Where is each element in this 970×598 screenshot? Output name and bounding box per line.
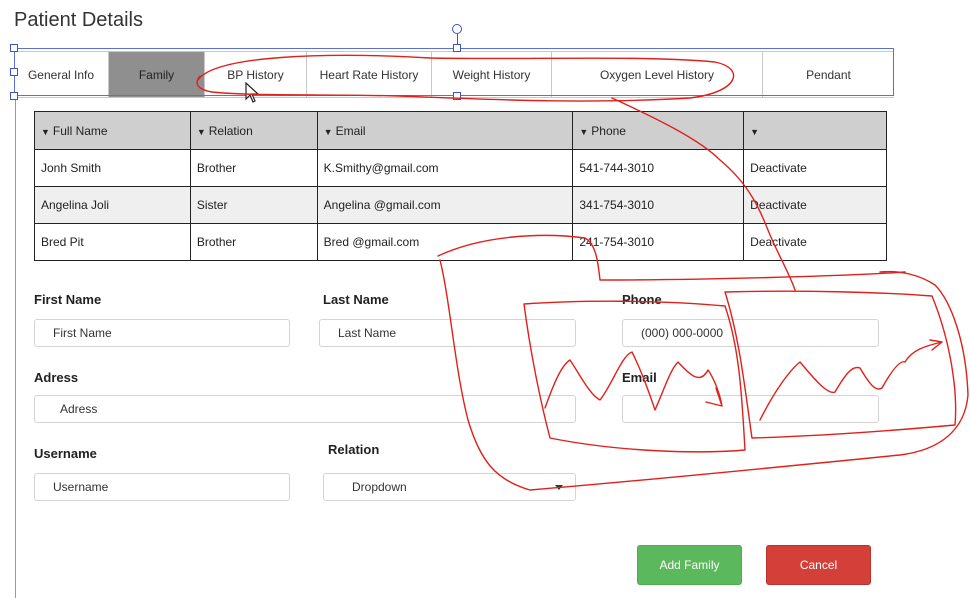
cell-phone: 341-754-3010 bbox=[572, 186, 745, 224]
table-row[interactable]: Jonh Smith Brother K.Smithy@gmail.com 54… bbox=[34, 149, 887, 187]
tab-family[interactable]: Family bbox=[109, 52, 205, 97]
cell-full-name: Bred Pit bbox=[34, 223, 191, 261]
add-family-button[interactable]: Add Family bbox=[637, 545, 742, 585]
col-label: Phone bbox=[591, 123, 626, 138]
mouse-pointer-icon bbox=[245, 82, 260, 103]
left-divider bbox=[15, 95, 16, 598]
table-row[interactable]: Bred Pit Brother Bred @gmail.com 241-754… bbox=[34, 223, 887, 261]
resize-handle-bottom-left[interactable] bbox=[10, 92, 18, 100]
col-header-email[interactable]: ▼ Email bbox=[316, 111, 574, 150]
deactivate-link[interactable]: Deactivate bbox=[743, 186, 887, 224]
first-name-label: First Name bbox=[34, 292, 102, 307]
deactivate-link[interactable]: Deactivate bbox=[743, 223, 887, 261]
email-label: Email bbox=[622, 370, 657, 385]
username-field[interactable]: Username bbox=[34, 473, 290, 501]
tab-pendant[interactable]: Pendant bbox=[763, 52, 894, 97]
col-header-action[interactable]: ▼ bbox=[743, 111, 887, 150]
cell-relation: Sister bbox=[189, 186, 318, 224]
cell-relation: Brother bbox=[189, 223, 318, 261]
caret-down-icon: ▼ bbox=[579, 126, 589, 137]
rotate-handle-icon[interactable] bbox=[452, 24, 462, 34]
col-header-full-name[interactable]: ▼ Full Name bbox=[34, 111, 191, 150]
phone-label: Phone bbox=[622, 292, 662, 307]
deactivate-link[interactable]: Deactivate bbox=[743, 149, 887, 187]
col-header-phone[interactable]: ▼ Phone bbox=[572, 111, 745, 150]
col-label: Relation bbox=[208, 123, 253, 138]
last-name-field[interactable]: Last Name bbox=[319, 319, 576, 347]
col-label: Full Name bbox=[52, 123, 108, 138]
cancel-button[interactable]: Cancel bbox=[766, 545, 871, 585]
tab-heart-rate-history[interactable]: Heart Rate History bbox=[307, 52, 432, 97]
tab-bar: General Info Family BP History Heart Rat… bbox=[14, 51, 894, 98]
chevron-down-icon bbox=[555, 485, 563, 490]
address-label: Adress bbox=[34, 370, 79, 385]
caret-down-icon: ▼ bbox=[750, 126, 760, 137]
cell-full-name: Jonh Smith bbox=[34, 149, 191, 187]
cell-email: K.Smithy@gmail.com bbox=[316, 149, 574, 187]
email-field[interactable] bbox=[622, 395, 879, 423]
last-name-label: Last Name bbox=[323, 292, 389, 307]
caret-down-icon: ▼ bbox=[41, 126, 50, 137]
cell-relation: Brother bbox=[189, 149, 318, 187]
cell-email: Angelina @gmail.com bbox=[316, 186, 574, 224]
caret-down-icon: ▼ bbox=[323, 126, 333, 137]
resize-handle-top-left[interactable] bbox=[10, 44, 18, 52]
relation-dropdown-value: Dropdown bbox=[352, 480, 407, 494]
phone-field[interactable]: (000) 000-0000 bbox=[622, 319, 879, 347]
family-table: ▼ Full Name ▼ Relation ▼ Email ▼ Phone ▼ Jon… bbox=[34, 111, 887, 261]
cell-phone: 241-754-3010 bbox=[572, 223, 745, 261]
cell-email: Bred @gmail.com bbox=[316, 223, 574, 261]
resize-handle-top[interactable] bbox=[453, 44, 461, 52]
resize-handle-bottom[interactable] bbox=[453, 92, 461, 100]
tab-oxygen-level-history[interactable]: Oxygen Level History bbox=[552, 52, 763, 97]
table-row[interactable]: Angelina Joli Sister Angelina @gmail.com… bbox=[34, 186, 887, 224]
caret-down-icon: ▼ bbox=[196, 126, 206, 137]
relation-label: Relation bbox=[328, 442, 380, 457]
address-field[interactable]: Adress bbox=[34, 395, 576, 423]
cell-full-name: Angelina Joli bbox=[34, 186, 191, 224]
col-header-relation[interactable]: ▼ Relation bbox=[189, 111, 318, 150]
first-name-field[interactable]: First Name bbox=[34, 319, 290, 347]
page-title: Patient Details bbox=[14, 9, 143, 31]
tab-weight-history[interactable]: Weight History bbox=[432, 52, 552, 97]
table-header-row: ▼ Full Name ▼ Relation ▼ Email ▼ Phone ▼ bbox=[34, 111, 887, 150]
relation-dropdown[interactable]: Dropdown bbox=[323, 473, 576, 501]
tab-general-info[interactable]: General Info bbox=[14, 52, 109, 97]
username-label: Username bbox=[34, 446, 97, 461]
col-label: Email bbox=[335, 123, 366, 138]
cell-phone: 541-744-3010 bbox=[572, 149, 745, 187]
resize-handle-left[interactable] bbox=[10, 68, 18, 76]
